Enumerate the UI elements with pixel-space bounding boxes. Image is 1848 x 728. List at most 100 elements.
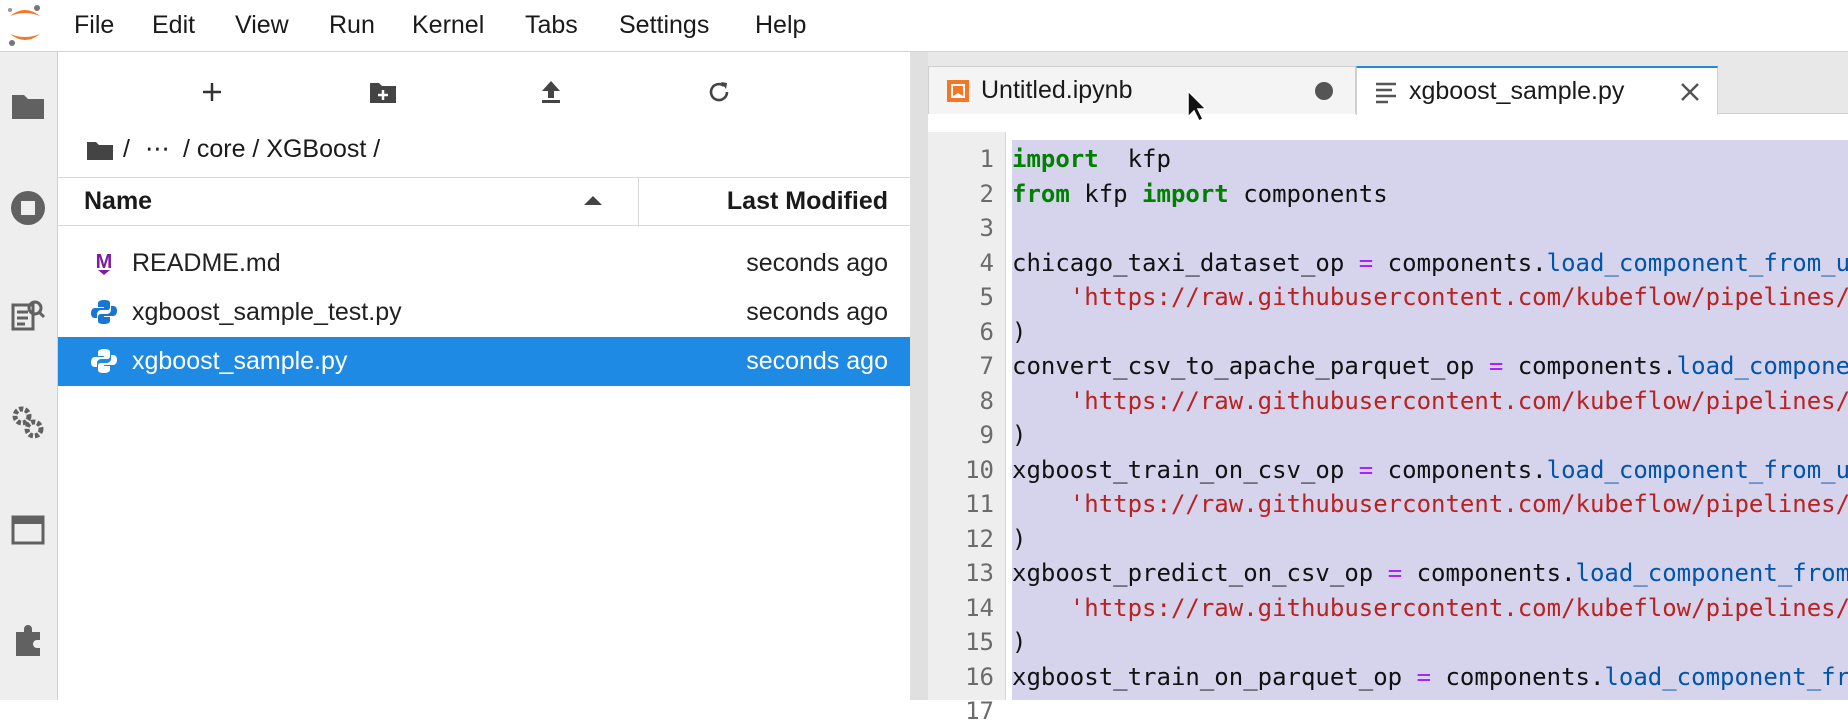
tab-untitled-ipynb[interactable]: Untitled.ipynb <box>928 66 1356 114</box>
line-number: 8 <box>979 386 994 415</box>
code-token: load_component_from_url <box>1604 662 1848 691</box>
code-token: xgboost_predict_on_csv_op <box>1012 559 1388 587</box>
menu-help[interactable]: Help <box>755 10 806 40</box>
code-token: 'https://raw.githubusercontent.com/kubef… <box>1069 593 1848 622</box>
breadcrumb-home-folder-icon[interactable] <box>86 135 114 164</box>
code-token: load_component_from_url <box>1575 559 1848 587</box>
code-line: import kfp <box>1012 142 1171 176</box>
code-line: ) <box>1012 522 1026 556</box>
code-token: load_component_from_url <box>1676 352 1848 380</box>
code-line: ) <box>1012 625 1026 659</box>
code-token: ) <box>1012 317 1027 346</box>
code-token: = <box>1358 455 1374 484</box>
code-line: 'https://raw.githubusercontent.com/kubef… <box>1012 694 1848 700</box>
line-number: 11 <box>965 490 994 518</box>
text-file-icon <box>1376 82 1396 104</box>
code-line: chicago_taxi_dataset_op = components.loa… <box>1012 246 1848 280</box>
folder-icon[interactable] <box>8 86 48 126</box>
menu-view[interactable]: View <box>235 10 289 40</box>
menu-file[interactable]: File <box>74 10 114 40</box>
commands-icon[interactable] <box>8 296 48 336</box>
jupyter-logo-icon[interactable] <box>4 2 46 48</box>
notebook-icon <box>947 80 969 102</box>
line-number: 15 <box>965 628 994 656</box>
code-line: 'https://raw.githubusercontent.com/kubef… <box>1012 384 1848 418</box>
property-inspector-icon[interactable] <box>8 402 48 442</box>
refresh-icon[interactable] <box>699 72 739 112</box>
column-name-header[interactable]: Name <box>84 187 152 216</box>
line-number: 2 <box>979 179 994 208</box>
editor-area: Untitled.ipynb xgboost_sample.py 1234567… <box>928 52 1848 725</box>
breadcrumb-root[interactable]: / <box>123 135 130 164</box>
code-token: components. <box>1431 662 1605 691</box>
sort-ascending-icon[interactable] <box>584 196 602 205</box>
code-token: import <box>1012 145 1099 173</box>
new-folder-icon[interactable] <box>363 72 403 112</box>
menu-bar: File Edit View Run Kernel Tabs Settings … <box>0 0 1848 52</box>
panel-splitter-handle[interactable] <box>910 52 928 700</box>
column-divider[interactable] <box>638 178 639 227</box>
line-number: 9 <box>979 421 994 449</box>
breadcrumb-ellipsis[interactable]: ⋯ <box>145 134 170 164</box>
code-token: load_component_from_url <box>1546 248 1848 277</box>
menu-edit[interactable]: Edit <box>152 10 195 40</box>
line-number: 4 <box>979 248 994 277</box>
python-icon <box>91 349 117 373</box>
line-number: 13 <box>965 559 994 587</box>
code-token: convert_csv_to_apache_parquet_op <box>1012 352 1489 380</box>
menu-settings[interactable]: Settings <box>619 10 709 40</box>
file-row-xgboost-sample-test[interactable]: xgboost_sample_test.py seconds ago <box>58 288 910 337</box>
code-token: ) <box>1012 628 1027 656</box>
menu-run[interactable]: Run <box>329 10 375 40</box>
code-editor[interactable]: import kfp from kfp import components chic… <box>1012 140 1848 700</box>
file-browser: / ⋯ / core / XGBoost / Name Last Modifie… <box>58 52 910 700</box>
code-token: from <box>1012 179 1070 208</box>
file-row-xgboost-sample[interactable]: xgboost_sample.py seconds ago <box>58 337 910 386</box>
file-modified: seconds ago <box>746 347 888 375</box>
code-line: 'https://raw.githubusercontent.com/kubef… <box>1012 280 1848 314</box>
code-token: ) <box>1012 421 1027 449</box>
line-number: 17 <box>965 697 994 725</box>
code-token: load_component_from_url <box>1546 455 1848 484</box>
code-line: xgboost_train_on_parquet_op = components… <box>1012 660 1848 694</box>
column-modified-header[interactable]: Last Modified <box>727 187 888 216</box>
line-number: 3 <box>979 214 994 242</box>
activity-bar <box>0 52 58 700</box>
line-number: 5 <box>979 283 994 311</box>
code-line: ) <box>1012 418 1026 452</box>
code-token: chicago_taxi_dataset_op <box>1012 248 1359 277</box>
line-number: 14 <box>965 593 994 622</box>
markdown-icon: M <box>96 251 112 275</box>
tabs-icon[interactable] <box>8 510 48 550</box>
file-list-header: Name Last Modified <box>58 177 910 227</box>
breadcrumb-path[interactable]: / core / XGBoost / <box>183 135 380 164</box>
unsaved-indicator-icon[interactable] <box>1315 82 1333 100</box>
code-token: kfp <box>1069 179 1143 208</box>
code-token: = <box>1488 352 1504 380</box>
extension-icon[interactable] <box>8 620 48 660</box>
code-token: 'https://raw.githubusercontent.com/kubef… <box>1069 283 1848 311</box>
code-token: xgboost_train_on_parquet_op <box>1012 662 1417 691</box>
code-token: = <box>1416 662 1432 691</box>
line-number: 6 <box>979 317 994 346</box>
code-token: = <box>1358 248 1374 277</box>
upload-icon[interactable] <box>531 72 571 112</box>
tab-xgboost-sample-py[interactable]: xgboost_sample.py <box>1356 66 1718 115</box>
mouse-pointer-icon <box>1187 89 1208 123</box>
close-icon[interactable] <box>1677 79 1703 105</box>
running-icon[interactable] <box>8 188 48 228</box>
new-launcher-icon[interactable] <box>192 72 232 112</box>
tab-label: xgboost_sample.py <box>1409 77 1625 105</box>
line-number: 16 <box>965 662 994 691</box>
menu-kernel[interactable]: Kernel <box>412 10 484 40</box>
file-row-readme[interactable]: M README.md seconds ago <box>58 239 910 288</box>
breadcrumb: / ⋯ / core / XGBoost / <box>86 131 389 167</box>
menu-tabs[interactable]: Tabs <box>525 10 578 40</box>
code-token: 'https://raw.githubusercontent.com/kubef… <box>1069 386 1848 415</box>
code-line: 'https://raw.githubusercontent.com/kubef… <box>1012 591 1848 625</box>
code-token: 'https://raw.githubusercontent.com/kubef… <box>1069 490 1848 518</box>
tab-label: Untitled.ipynb <box>981 76 1133 104</box>
